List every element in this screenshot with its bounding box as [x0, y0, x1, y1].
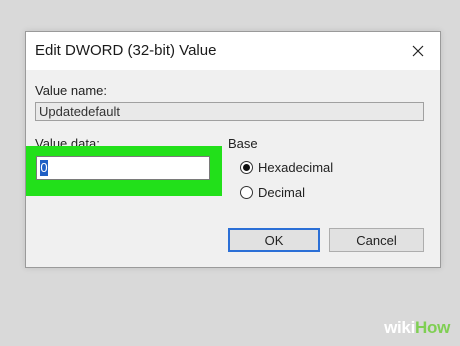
close-icon — [412, 45, 424, 57]
radio-decimal[interactable]: Decimal — [240, 185, 305, 200]
dialog-title: Edit DWORD (32-bit) Value — [35, 42, 217, 59]
hexadecimal-label: Hexadecimal — [258, 160, 334, 175]
value-name-label: Value name: — [35, 83, 108, 98]
watermark-wiki: wiki — [384, 318, 416, 337]
cancel-button[interactable]: Cancel — [329, 228, 424, 252]
wikihow-watermark: wikiHow — [384, 318, 450, 338]
watermark-how: How — [415, 318, 450, 337]
title-bar: Edit DWORD (32-bit) Value — [26, 32, 440, 70]
value-data-selected-text: 0 — [40, 160, 48, 176]
edit-dword-dialog: Edit DWORD (32-bit) Value Value name: Up… — [25, 31, 441, 268]
decimal-label: Decimal — [258, 185, 305, 200]
radio-hexadecimal[interactable]: Hexadecimal — [240, 160, 333, 175]
radio-selected-icon — [240, 161, 253, 174]
radio-unselected-icon — [240, 186, 253, 199]
close-button[interactable] — [404, 38, 432, 64]
value-data-input[interactable] — [36, 156, 210, 180]
base-label: Base — [228, 136, 258, 151]
value-name-field: Updatedefault — [35, 102, 424, 121]
ok-button[interactable]: OK — [228, 228, 320, 252]
